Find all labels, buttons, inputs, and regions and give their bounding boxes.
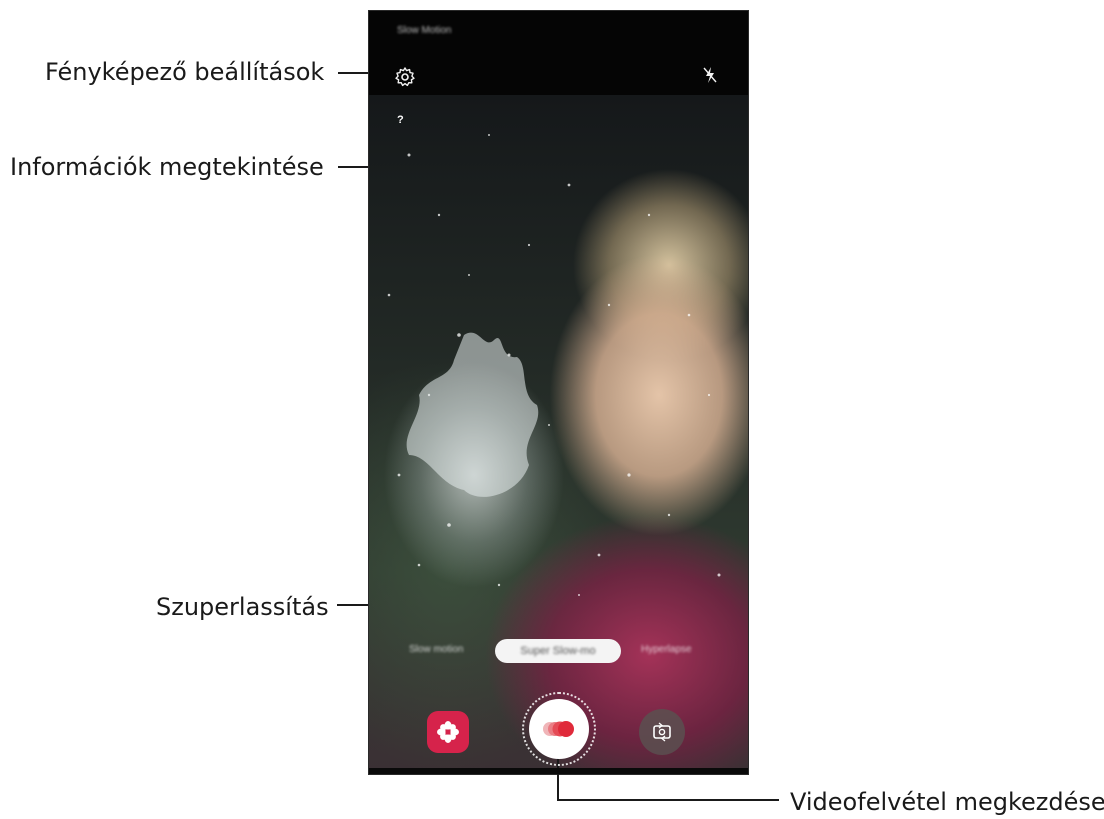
gear-icon[interactable] [394, 66, 416, 88]
leader-line-record [557, 799, 779, 801]
water-splash-sparkles [387, 134, 721, 596]
camera-switch-icon [653, 722, 671, 742]
bottom-bar [369, 768, 748, 774]
callout-super-slow-mo: Szuperlassítás [156, 593, 329, 621]
mode-selector[interactable]: Slow motion Super Slow-mo Hyperlapse [369, 639, 748, 663]
mode-item-super-slow-mo[interactable]: Super Slow-mo [495, 639, 621, 663]
mode-item-hyperlapse[interactable]: Hyperlapse [641, 644, 692, 655]
callout-camera-settings: Fényképező beállítások [45, 58, 325, 86]
callout-start-recording: Videofelvétel megkezdése [790, 788, 1104, 816]
super-slow-mo-record-icon [543, 721, 574, 737]
question-icon[interactable]: ? [397, 114, 404, 126]
callout-view-info: Információk megtekintése [10, 153, 324, 181]
camera-viewfinder[interactable]: ? Slow motion Super Slow-mo Hyperlapse [369, 95, 748, 774]
mode-item-super-slow-mo-label: Super Slow-mo [520, 645, 596, 657]
camera-top-bar: Slow Motion [369, 11, 748, 95]
record-button[interactable] [529, 699, 589, 759]
flower-icon [437, 721, 459, 743]
mode-item-slow-motion[interactable]: Slow motion [409, 644, 463, 655]
camera-switch-button[interactable] [639, 709, 685, 755]
mode-title: Slow Motion [397, 25, 452, 36]
camera-screen: Slow Motion ? Slow motion Super Slow-mo … [368, 10, 749, 775]
gallery-button[interactable] [427, 711, 469, 753]
flash-off-icon[interactable] [700, 64, 720, 86]
